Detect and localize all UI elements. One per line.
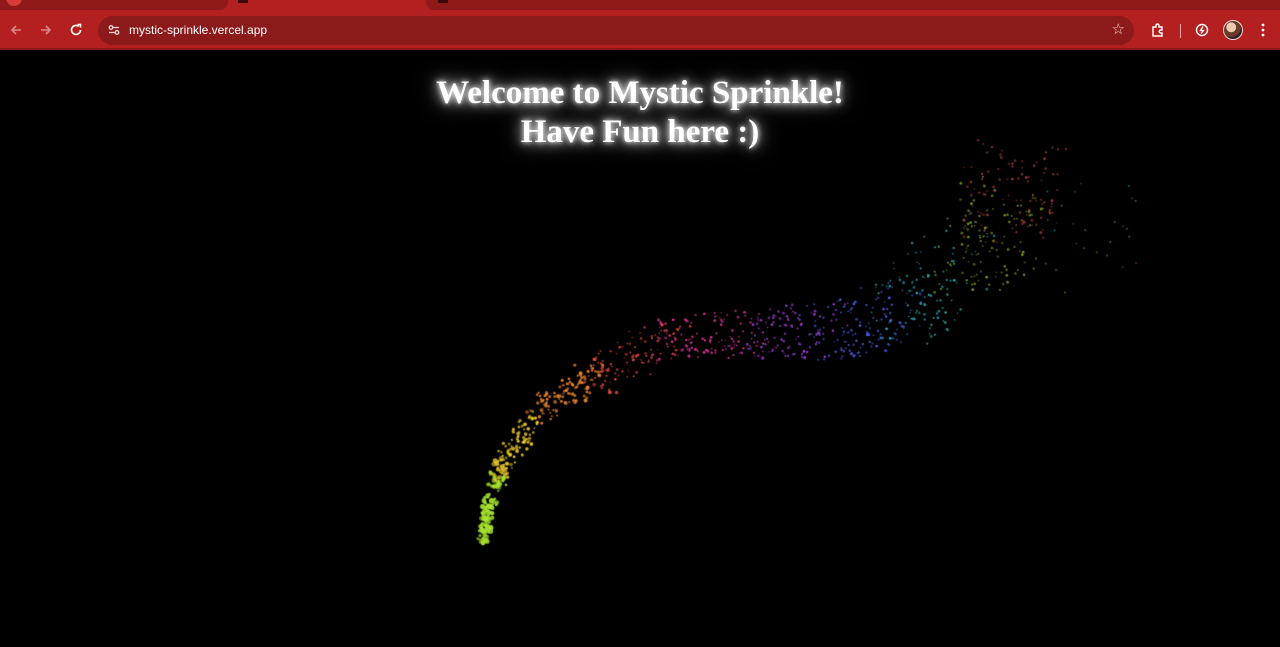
browser-toolbar: mystic-sprinkle.vercel.app ☆ xyxy=(0,11,1280,50)
kebab-menu-icon[interactable] xyxy=(1252,19,1274,41)
welcome-heading: Welcome to Mystic Sprinkle! Have Fun her… xyxy=(0,74,1280,152)
reload-icon[interactable] xyxy=(64,18,88,42)
star-icon[interactable]: ☆ xyxy=(1112,21,1125,39)
back-arrow-icon[interactable] xyxy=(4,18,28,42)
forward-arrow-icon[interactable] xyxy=(34,18,58,42)
puzzle-icon[interactable] xyxy=(1147,19,1169,41)
page-canvas-area[interactable]: Welcome to Mystic Sprinkle! Have Fun her… xyxy=(0,50,1280,647)
tab-previous[interactable] xyxy=(0,0,228,10)
welcome-title: Welcome to Mystic Sprinkle! xyxy=(436,75,844,111)
tab-favicon xyxy=(6,0,22,6)
welcome-subtitle: Have Fun here :) xyxy=(520,114,760,150)
tab-active[interactable] xyxy=(228,0,426,11)
tab-strip xyxy=(0,0,1280,11)
tab-next[interactable] xyxy=(426,0,1280,10)
address-bar[interactable]: mystic-sprinkle.vercel.app ☆ xyxy=(98,16,1134,45)
url-text[interactable]: mystic-sprinkle.vercel.app xyxy=(129,23,267,37)
tab-favicon xyxy=(238,0,248,3)
tab-favicon xyxy=(438,0,448,3)
performance-icon[interactable] xyxy=(1191,19,1213,41)
site-info-icon[interactable] xyxy=(104,20,124,40)
toolbar-divider xyxy=(1180,24,1181,38)
avatar[interactable] xyxy=(1223,20,1243,40)
